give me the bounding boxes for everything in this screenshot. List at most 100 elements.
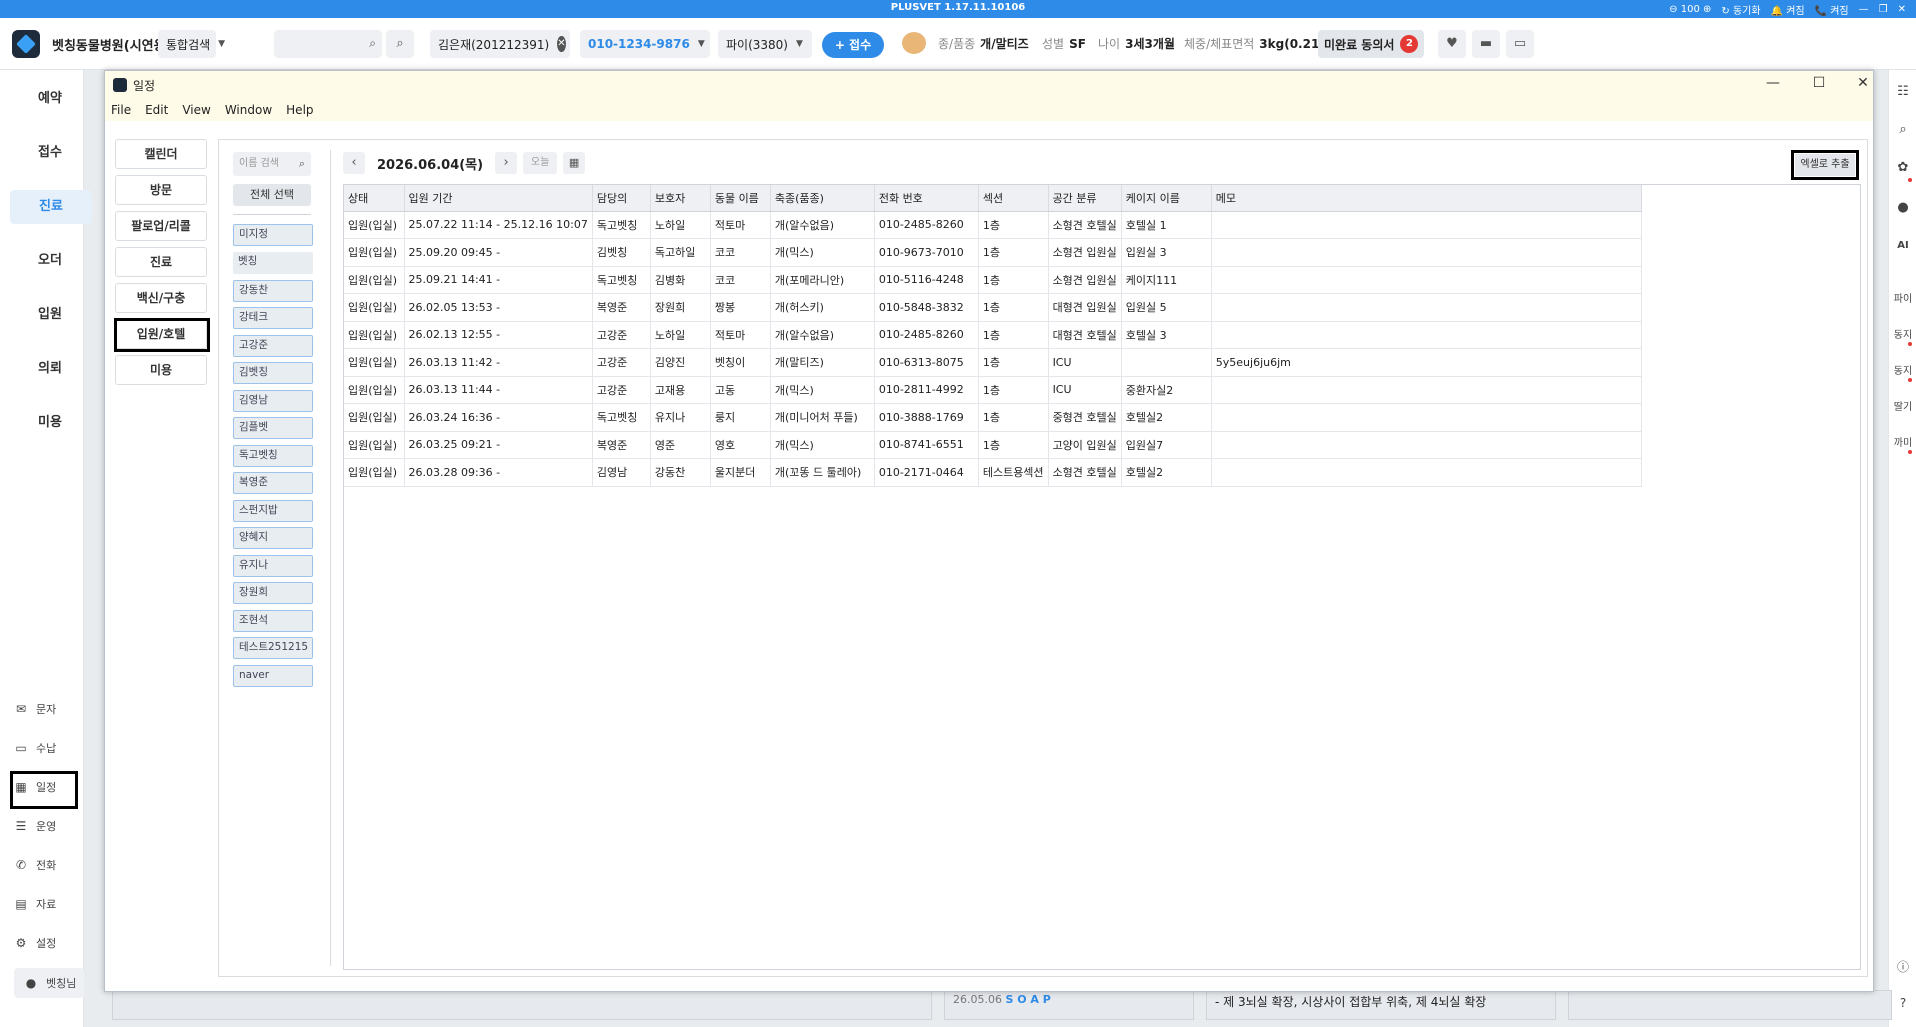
recent-patient-3[interactable]: 동지 bbox=[1889, 362, 1916, 377]
category-hospital-hotel[interactable]: 입원/호텔 bbox=[115, 319, 207, 349]
nav-order[interactable]: 오더 bbox=[10, 244, 90, 278]
phone-toggle[interactable]: 📞 켜짐 bbox=[1815, 2, 1849, 17]
column-header[interactable]: 전화 번호 bbox=[874, 185, 979, 212]
nav-settings[interactable]: ⚙ 설정 bbox=[14, 928, 94, 958]
notification-toggle[interactable]: 🔔 켜짐 bbox=[1771, 2, 1805, 17]
nav-treatment[interactable]: 진료 bbox=[10, 190, 92, 224]
table-row[interactable]: 입원(입실) 26.03.13 11:42 - 고강준 김양진 벳칭이 개(말티즈) 010… bbox=[344, 348, 1642, 377]
column-header[interactable]: 담당의 bbox=[592, 185, 651, 212]
staff-filter[interactable]: 테스트251215 bbox=[233, 637, 313, 659]
nav-grooming[interactable]: 미용 bbox=[10, 406, 90, 440]
column-header[interactable]: 상태 bbox=[344, 185, 405, 212]
prev-date-icon[interactable]: ‹ bbox=[343, 152, 365, 174]
nav-payment[interactable]: ▭ 수납 bbox=[14, 733, 94, 763]
today-button[interactable]: 오늘 bbox=[523, 152, 558, 174]
recent-patient-2[interactable]: 동지 bbox=[1889, 326, 1916, 341]
info-icon[interactable]: ⓘ bbox=[1889, 958, 1916, 975]
nav-user[interactable]: ● 벳칭님 bbox=[14, 968, 84, 998]
table-row[interactable]: 입원(입실) 26.03.13 11:44 - 고강준 고재용 고동 개(믹스) 010-2… bbox=[344, 376, 1642, 404]
staff-filter[interactable]: 조현석 bbox=[233, 610, 313, 632]
clear-icon[interactable]: ✕ bbox=[557, 36, 566, 52]
nav-hospitalization[interactable]: 입원 bbox=[10, 298, 90, 332]
table-row[interactable]: 입원(입실) 26.03.28 09:36 - 김영남 강동찬 울지분더 개(꼬똥 드 툴… bbox=[344, 458, 1642, 487]
staff-filter[interactable]: 고강준 bbox=[233, 335, 313, 357]
recent-patient-4[interactable]: 딸기 bbox=[1889, 398, 1916, 413]
phone-select[interactable]: 010-1234-9876 ▼ bbox=[580, 30, 710, 58]
nav-documents[interactable]: ▤ 자료 bbox=[14, 889, 94, 919]
staff-filter[interactable]: 장원희 bbox=[233, 582, 313, 604]
column-header[interactable]: 섹션 bbox=[978, 185, 1049, 212]
menu-edit[interactable]: Edit bbox=[145, 103, 168, 117]
folder-icon[interactable]: ▬ bbox=[1472, 30, 1500, 58]
chat-icon[interactable]: ● bbox=[1889, 200, 1916, 215]
table-row[interactable]: 입원(입실) 26.02.13 12:55 - 고강준 노하일 적토마 개(알수없음) 01… bbox=[344, 321, 1642, 349]
table-row[interactable]: 입원(입실) 26.02.05 13:53 - 복영준 장원희 짱봉 개(허스키) 010-… bbox=[344, 293, 1642, 322]
menu-window[interactable]: Window bbox=[225, 103, 272, 117]
staff-filter[interactable]: 김벳칭 bbox=[233, 362, 313, 384]
search-type-select[interactable]: 통합검색 ▼ bbox=[158, 30, 225, 58]
zoom-control[interactable]: ⊖ 100 ⊕ bbox=[1669, 4, 1711, 15]
table-row[interactable]: 입원(입실) 25.09.20 09:45 - 김벳칭 독고하일 코코 개(믹스) 010-… bbox=[344, 238, 1642, 267]
unsigned-consent-button[interactable]: 미완료 동의서 2 bbox=[1318, 30, 1425, 58]
table-row[interactable]: 입원(입실) 26.03.25 09:21 - 복영준 영준 영호 개(믹스) 010-87… bbox=[344, 431, 1642, 459]
owner-field[interactable]: 김은재(201212391) ✕ bbox=[430, 30, 570, 58]
category-calendar[interactable]: 캘린더 bbox=[115, 139, 207, 169]
category-vaccine[interactable]: 백신/구충 bbox=[115, 283, 207, 313]
restore-icon[interactable]: ❐ bbox=[1879, 4, 1888, 15]
next-date-icon[interactable]: › bbox=[495, 152, 518, 174]
staff-filter[interactable]: 강테크 bbox=[233, 307, 313, 329]
menu-view[interactable]: View bbox=[182, 103, 210, 117]
ai-icon[interactable]: AI bbox=[1889, 240, 1916, 251]
contacts-icon[interactable]: ☷ bbox=[1889, 84, 1916, 99]
select-all-button[interactable]: 전체 선택 bbox=[233, 184, 311, 206]
staff-filter[interactable]: 복영준 bbox=[233, 472, 313, 494]
staff-filter[interactable]: 미지정 bbox=[233, 224, 313, 246]
search-icon[interactable]: ⌕ bbox=[369, 36, 376, 51]
staff-filter[interactable]: 김영남 bbox=[233, 390, 313, 412]
table-row[interactable]: 입원(입실) 26.03.24 16:36 - 독고벳칭 유지나 룽지 개(미니어처 푸들… bbox=[344, 403, 1642, 432]
calendar-icon[interactable]: ▦ bbox=[563, 152, 586, 174]
column-header[interactable]: 축종(품종) bbox=[770, 185, 875, 212]
staff-filter[interactable]: 벳칭 bbox=[233, 252, 313, 274]
staff-filter[interactable]: 스펀지밥 bbox=[233, 500, 313, 522]
sync-button[interactable]: ↻ 동기화 bbox=[1721, 2, 1760, 17]
column-header[interactable]: 케이지 이름 bbox=[1121, 185, 1212, 212]
column-header[interactable]: 입원 기간 bbox=[404, 185, 593, 212]
name-search-input[interactable]: 이름 검색 ⌕ bbox=[233, 152, 311, 176]
staff-filter[interactable]: 김플벳 bbox=[233, 417, 313, 439]
receive-button[interactable]: + 접수 bbox=[822, 32, 884, 58]
nav-phone[interactable]: ✆ 전화 bbox=[14, 850, 94, 880]
nav-operation[interactable]: ☰ 운영 bbox=[14, 811, 94, 841]
export-excel-button[interactable]: 엑셀로 추출 bbox=[1795, 154, 1855, 176]
column-header[interactable]: 공간 분류 bbox=[1048, 185, 1122, 212]
staff-filter[interactable]: 강동찬 bbox=[233, 280, 313, 302]
close-icon[interactable]: ✕ bbox=[1898, 4, 1906, 15]
heart-monitor-icon[interactable]: ♥ bbox=[1438, 30, 1466, 58]
column-header[interactable]: 메모 bbox=[1211, 185, 1642, 212]
recent-patient-5[interactable]: 까미 bbox=[1889, 434, 1916, 449]
staff-filter[interactable]: 유지나 bbox=[233, 555, 313, 577]
window-close-icon[interactable]: ✕ bbox=[1853, 75, 1873, 91]
staff-filter[interactable]: 독고벳칭 bbox=[233, 445, 313, 467]
recent-patient-1[interactable]: 파이 bbox=[1889, 290, 1916, 305]
menu-file[interactable]: File bbox=[111, 103, 131, 117]
category-visit[interactable]: 방문 bbox=[115, 175, 207, 205]
nav-reception[interactable]: 접수 bbox=[10, 136, 90, 170]
paw-icon[interactable]: ✿ bbox=[1889, 160, 1916, 175]
menu-help[interactable]: Help bbox=[286, 103, 313, 117]
staff-filter[interactable]: 양혜지 bbox=[233, 527, 313, 549]
nav-message[interactable]: ✉ 문자 bbox=[14, 694, 94, 724]
column-header[interactable]: 보호자 bbox=[650, 185, 711, 212]
nav-reservation[interactable]: 예약 bbox=[10, 82, 90, 116]
minimize-icon[interactable]: — bbox=[1859, 4, 1869, 15]
patient-search-icon[interactable]: ⌕ bbox=[386, 30, 414, 58]
search-input[interactable]: ⌕ bbox=[274, 30, 382, 58]
help-icon[interactable]: ? bbox=[1889, 996, 1916, 1010]
card-icon[interactable]: ▭ bbox=[1506, 30, 1534, 58]
window-maximize-icon[interactable]: ☐ bbox=[1809, 75, 1829, 91]
nav-referral[interactable]: 의뢰 bbox=[10, 352, 90, 386]
staff-filter[interactable]: naver bbox=[233, 665, 313, 687]
nav-schedule[interactable]: ▦ 일정 bbox=[14, 772, 94, 802]
search-icon[interactable]: ⌕ bbox=[299, 152, 305, 176]
table-row[interactable]: 입원(입실) 25.07.22 11:14 - 25.12.16 10:07 독고벳… bbox=[344, 211, 1642, 239]
